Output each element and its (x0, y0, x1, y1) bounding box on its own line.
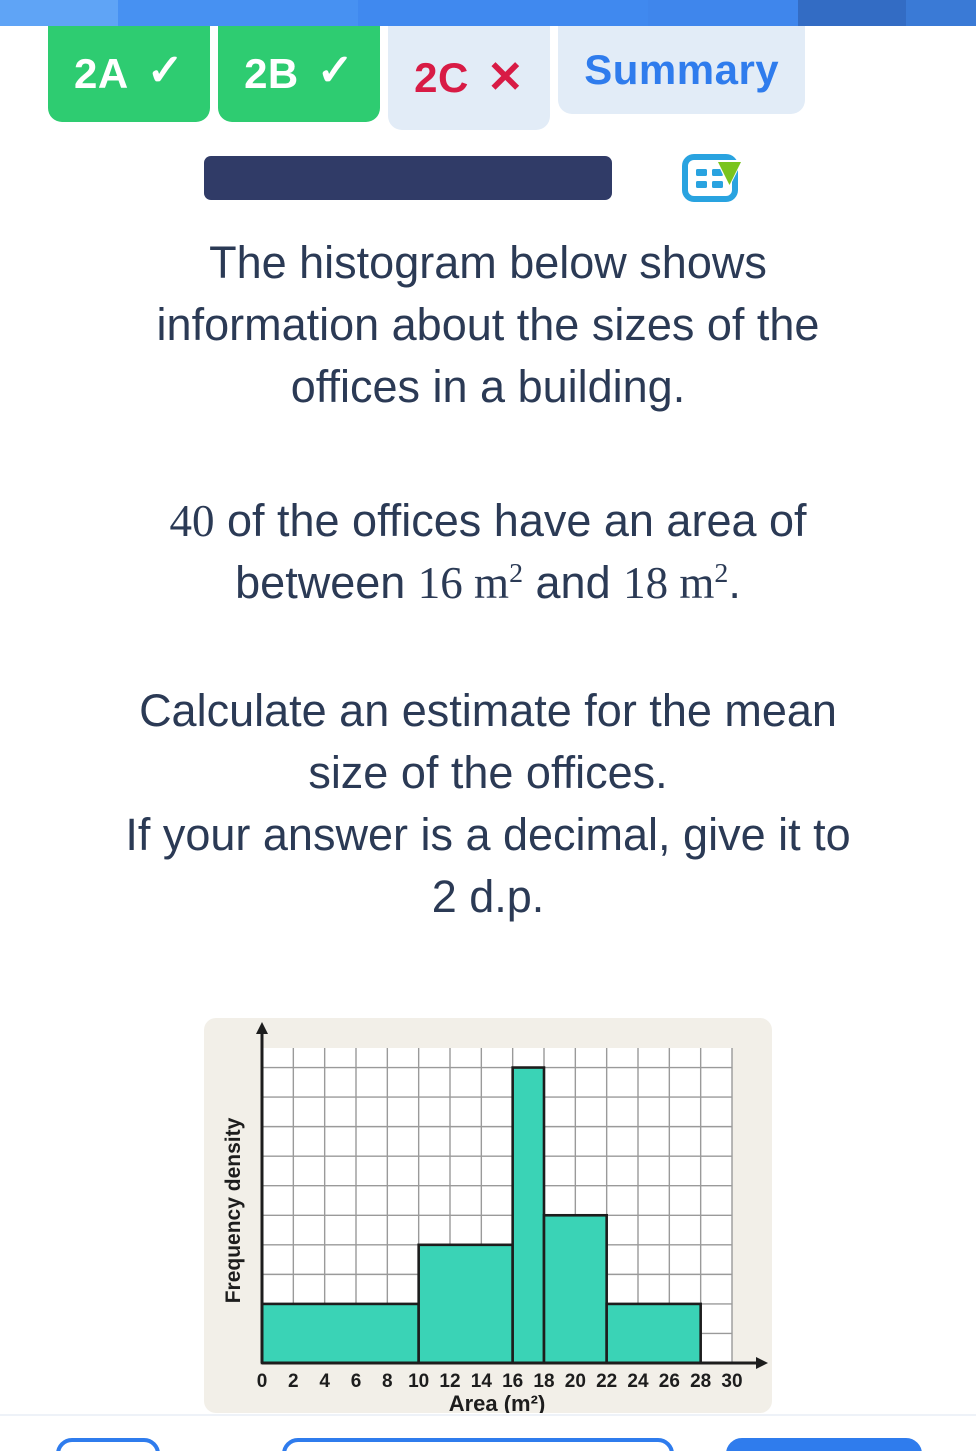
given-count: 40 (169, 496, 215, 546)
x-tick-label: 26 (659, 1371, 680, 1392)
question-text: The histogram below shows information ab… (0, 232, 976, 928)
x-tick-label: 16 (502, 1371, 523, 1392)
app-root: 2A ✓ 2B ✓ 2C ✕ Summary The histogram bel… (0, 0, 976, 1451)
x-tick-label: 2 (288, 1371, 299, 1392)
given-value-1: 16 m2 (417, 558, 524, 608)
tab-summary[interactable]: Summary (558, 26, 806, 114)
question-instruction: Calculate an estimate for the mean size … (56, 680, 920, 928)
histogram-bar (605, 1302, 702, 1365)
x-tick-label: 18 (533, 1371, 554, 1392)
x-tick-label: 12 (439, 1371, 460, 1392)
tab-2b-label: 2B (244, 50, 299, 97)
question-intro-line-2: information about the sizes of the (156, 299, 820, 350)
title-row (0, 146, 976, 208)
histogram-bar (542, 1213, 608, 1365)
x-tick-label: 20 (565, 1371, 586, 1392)
histogram-bar (511, 1066, 546, 1365)
y-axis-arrow (256, 1022, 268, 1034)
histogram-chart: 0 2 4 6 8 10 12 14 16 18 20 22 24 26 28 30Area (m²)Freq… (222, 1022, 768, 1413)
check-icon: ✓ (146, 46, 185, 95)
question-given-line-1: 40 of the offices have an area of (56, 490, 920, 552)
instruction-line-4: 2 d.p. (431, 871, 545, 922)
given-value-2: 18 m2 (623, 558, 729, 608)
instruction-line-3: If your answer is a decimal, give it to (125, 809, 851, 860)
tab-summary-label: Summary (584, 46, 780, 93)
given-line2-b: and (523, 557, 624, 608)
progress-segment-5 (798, 0, 906, 26)
x-tick-label: 8 (382, 1371, 393, 1392)
tab-2c[interactable]: 2C ✕ (388, 26, 551, 130)
histogram-bar (417, 1243, 514, 1365)
question-intro-line-1: The histogram below shows (209, 237, 767, 288)
progress-segment-2 (118, 0, 358, 26)
x-tick-label: 28 (690, 1371, 711, 1392)
given-line2-end: . (728, 557, 741, 608)
x-tick-label: 24 (627, 1371, 649, 1392)
question-intro-line-3: offices in a building. (290, 361, 686, 412)
x-tick-label: 22 (596, 1371, 617, 1392)
progress-bar (0, 0, 976, 26)
question-given-line-2: between 16 m2 and 18 m2. (56, 552, 920, 614)
x-axis-label: Area (m²) (449, 1391, 546, 1413)
footer-button-small[interactable] (56, 1438, 160, 1451)
x-tick-label: 6 (351, 1371, 362, 1392)
instruction-line-2: size of the offices. (308, 747, 668, 798)
y-axis-label: Frequency density (222, 1117, 245, 1303)
histogram-panel: 0 2 4 6 8 10 12 14 16 18 20 22 24 26 28 30 Area (m²) Freq… (204, 1018, 772, 1413)
x-tick-label: 10 (408, 1371, 429, 1392)
redacted-title-bar (204, 156, 612, 200)
x-axis-arrow (756, 1357, 768, 1369)
progress-segment-3 (358, 0, 648, 26)
check-icon: ✓ (316, 46, 355, 95)
question-intro: The histogram below shows information ab… (56, 232, 920, 418)
x-tick-label: 4 (319, 1371, 330, 1392)
instruction-line-1: Calculate an estimate for the mean (139, 685, 837, 736)
question-given: 40 of the offices have an area of betwee… (56, 490, 920, 614)
footer-button-wide[interactable] (282, 1438, 674, 1451)
tab-bar: 2A ✓ 2B ✓ 2C ✕ Summary (0, 26, 976, 130)
tab-2b[interactable]: 2B ✓ (218, 26, 381, 122)
progress-segment-4 (648, 0, 798, 26)
tab-2a-label: 2A (74, 50, 129, 97)
paragraph-spacer-2 (56, 614, 920, 680)
footer-bar (0, 1414, 976, 1451)
x-tick-label: 30 (721, 1371, 742, 1392)
histogram-bar (260, 1302, 420, 1365)
footer-button-primary[interactable] (726, 1438, 922, 1451)
x-tick-label: 0 (257, 1371, 268, 1392)
checklist-icon[interactable] (682, 154, 746, 202)
tab-2a[interactable]: 2A ✓ (48, 26, 211, 122)
cross-icon: ✕ (486, 53, 525, 102)
tab-2c-label: 2C (414, 54, 469, 101)
progress-segment-1 (0, 0, 118, 26)
given-line1-rest: of the offices have an area of (214, 495, 807, 546)
given-line2-a: between (235, 557, 418, 608)
x-tick-label: 14 (471, 1371, 493, 1392)
progress-segment-6 (906, 0, 976, 26)
